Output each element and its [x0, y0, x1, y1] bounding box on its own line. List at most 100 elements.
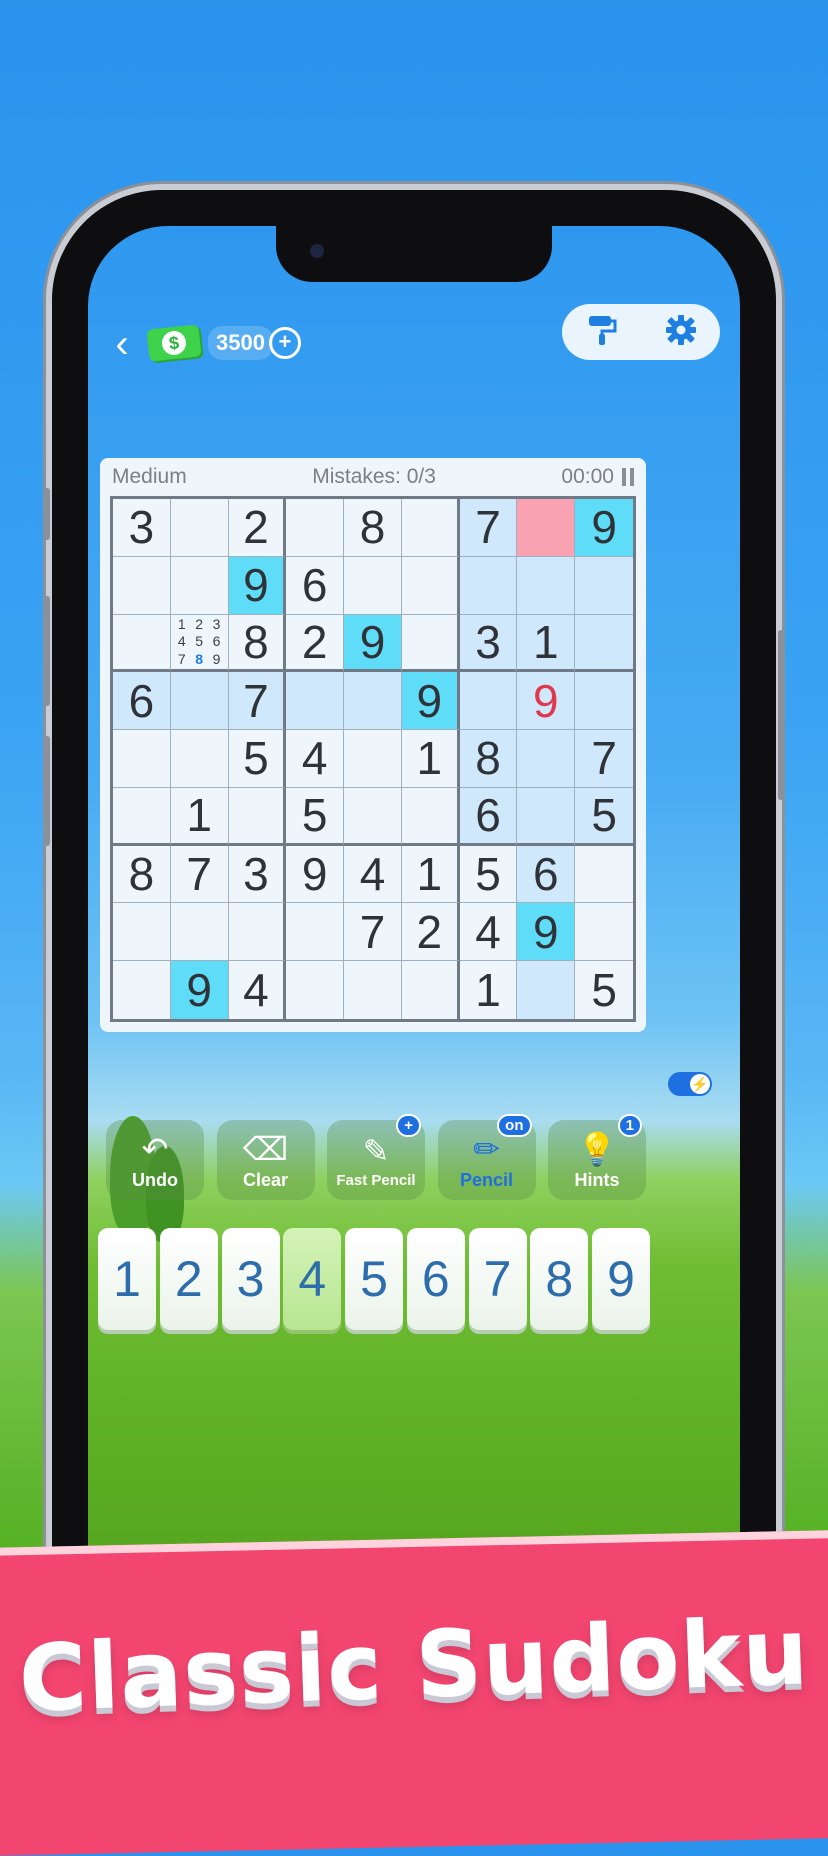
grid-cell[interactable]: 6 [113, 672, 171, 731]
grid-cell[interactable]: 7 [228, 672, 287, 731]
number-key-9[interactable]: 9 [592, 1228, 650, 1330]
grid-cell[interactable] [228, 787, 287, 846]
grid-cell[interactable] [575, 614, 633, 673]
grid-cell[interactable]: 1 [401, 845, 460, 904]
pencil-button[interactable]: ✏ Pencil on [437, 1114, 536, 1200]
grid-cell[interactable]: 9 [401, 672, 460, 731]
grid-cell[interactable]: 2 [228, 499, 287, 557]
grid-cell[interactable]: 9 [170, 961, 229, 1019]
pause-icon[interactable] [621, 468, 634, 486]
grid-cell[interactable]: 9 [575, 499, 633, 557]
grid-cell[interactable]: 7 [459, 499, 518, 557]
grid-cell[interactable]: 4 [459, 903, 518, 962]
number-key-4[interactable]: 4 [283, 1228, 342, 1330]
grid-cell[interactable] [344, 556, 402, 615]
grid-cell[interactable]: 8 [113, 845, 171, 904]
grid-cell[interactable] [170, 730, 229, 788]
grid-cell[interactable]: 4 [228, 961, 287, 1019]
grid-cell[interactable]: 8 [228, 614, 287, 673]
grid-cell[interactable] [113, 556, 171, 615]
grid-cell[interactable] [575, 556, 633, 615]
grid-cell[interactable]: 6 [459, 787, 518, 846]
grid-cell[interactable] [113, 787, 171, 846]
grid-cell[interactable]: 7 [170, 845, 229, 904]
paint-roller-icon[interactable] [583, 313, 621, 351]
grid-cell[interactable] [401, 787, 460, 846]
fast-pencil-button[interactable]: ✎ Fast Pencil + [327, 1114, 425, 1200]
grid-cell[interactable] [517, 499, 576, 557]
grid-cell[interactable] [113, 961, 171, 1019]
grid-cell[interactable]: 1 [459, 961, 518, 1019]
grid-cell[interactable]: 5 [286, 787, 345, 846]
grid-cell[interactable]: 9 [286, 845, 345, 904]
add-coins-button[interactable]: + [268, 327, 301, 359]
grid-cell[interactable]: 5 [575, 787, 633, 846]
clear-button[interactable]: ⌫ Clear [216, 1120, 315, 1200]
grid-cell[interactable]: 5 [575, 961, 633, 1019]
grid-cell[interactable]: 9 [517, 903, 576, 962]
grid-cell[interactable]: 9 [517, 672, 576, 731]
hints-button[interactable]: 💡 Hints 1 [548, 1114, 646, 1200]
grid-cell[interactable] [344, 730, 402, 788]
grid-cell[interactable]: 1 [517, 614, 576, 673]
grid-cell[interactable] [517, 730, 576, 788]
grid-cell[interactable] [113, 730, 171, 788]
fast-mode-toggle[interactable]: ⚡ [668, 1072, 712, 1096]
grid-cell[interactable] [286, 499, 345, 557]
grid-cell[interactable]: 3 [228, 845, 287, 904]
number-key-6[interactable]: 6 [406, 1228, 465, 1330]
number-key-2[interactable]: 2 [159, 1228, 218, 1330]
grid-cell[interactable] [286, 672, 345, 731]
grid-cell[interactable]: 4 [286, 730, 345, 788]
grid-cell[interactable] [170, 672, 229, 731]
grid-cell[interactable]: 1 [401, 730, 460, 788]
grid-cell[interactable] [575, 845, 633, 904]
grid-cell[interactable]: 9 [228, 556, 287, 615]
grid-cell[interactable]: 4 [344, 845, 402, 904]
grid-cell[interactable]: 7 [344, 903, 402, 962]
number-key-8[interactable]: 8 [530, 1228, 589, 1330]
grid-cell[interactable] [344, 672, 402, 731]
grid-cell[interactable] [517, 787, 576, 846]
grid-cell[interactable]: 5 [459, 845, 518, 904]
grid-cell[interactable] [401, 499, 460, 557]
grid-cell[interactable] [344, 961, 402, 1019]
grid-cell[interactable]: 6 [517, 845, 576, 904]
grid-cell[interactable]: 2 [286, 614, 345, 673]
grid-cell[interactable] [344, 787, 402, 846]
coin-balance[interactable]: $ 3500 + [146, 324, 301, 362]
back-button[interactable]: ‹ [104, 322, 140, 366]
grid-cell[interactable] [517, 961, 576, 1019]
grid-cell[interactable]: 123 456 789 [170, 614, 229, 673]
grid-cell[interactable]: 3 [113, 499, 171, 557]
number-key-5[interactable]: 5 [345, 1228, 403, 1330]
grid-cell[interactable] [401, 556, 460, 615]
grid-cell[interactable] [401, 961, 460, 1019]
undo-button[interactable]: ↶ Undo [106, 1120, 204, 1200]
grid-cell[interactable]: 3 [459, 614, 518, 673]
grid-cell[interactable] [113, 614, 171, 673]
grid-cell[interactable]: 8 [344, 499, 402, 557]
grid-cell[interactable]: 1 [170, 787, 229, 846]
grid-cell[interactable] [228, 903, 287, 962]
grid-cell[interactable] [170, 556, 229, 615]
grid-cell[interactable]: 6 [286, 556, 345, 615]
grid-cell[interactable]: 5 [228, 730, 287, 788]
grid-cell[interactable]: 9 [344, 614, 402, 673]
grid-cell[interactable]: 2 [401, 903, 460, 962]
grid-cell[interactable] [459, 556, 518, 615]
grid-cell[interactable] [517, 556, 576, 615]
grid-cell[interactable] [401, 614, 460, 673]
grid-cell[interactable] [575, 672, 633, 731]
grid-cell[interactable] [286, 903, 345, 962]
grid-cell[interactable] [113, 903, 171, 962]
grid-cell[interactable] [575, 903, 633, 962]
number-key-7[interactable]: 7 [468, 1228, 527, 1330]
grid-cell[interactable] [286, 961, 345, 1019]
number-key-3[interactable]: 3 [221, 1228, 280, 1330]
grid-cell[interactable] [459, 672, 518, 731]
grid-cell[interactable] [170, 903, 229, 962]
number-key-1[interactable]: 1 [98, 1228, 156, 1330]
grid-cell[interactable]: 7 [575, 730, 633, 788]
gear-icon[interactable] [662, 313, 700, 351]
